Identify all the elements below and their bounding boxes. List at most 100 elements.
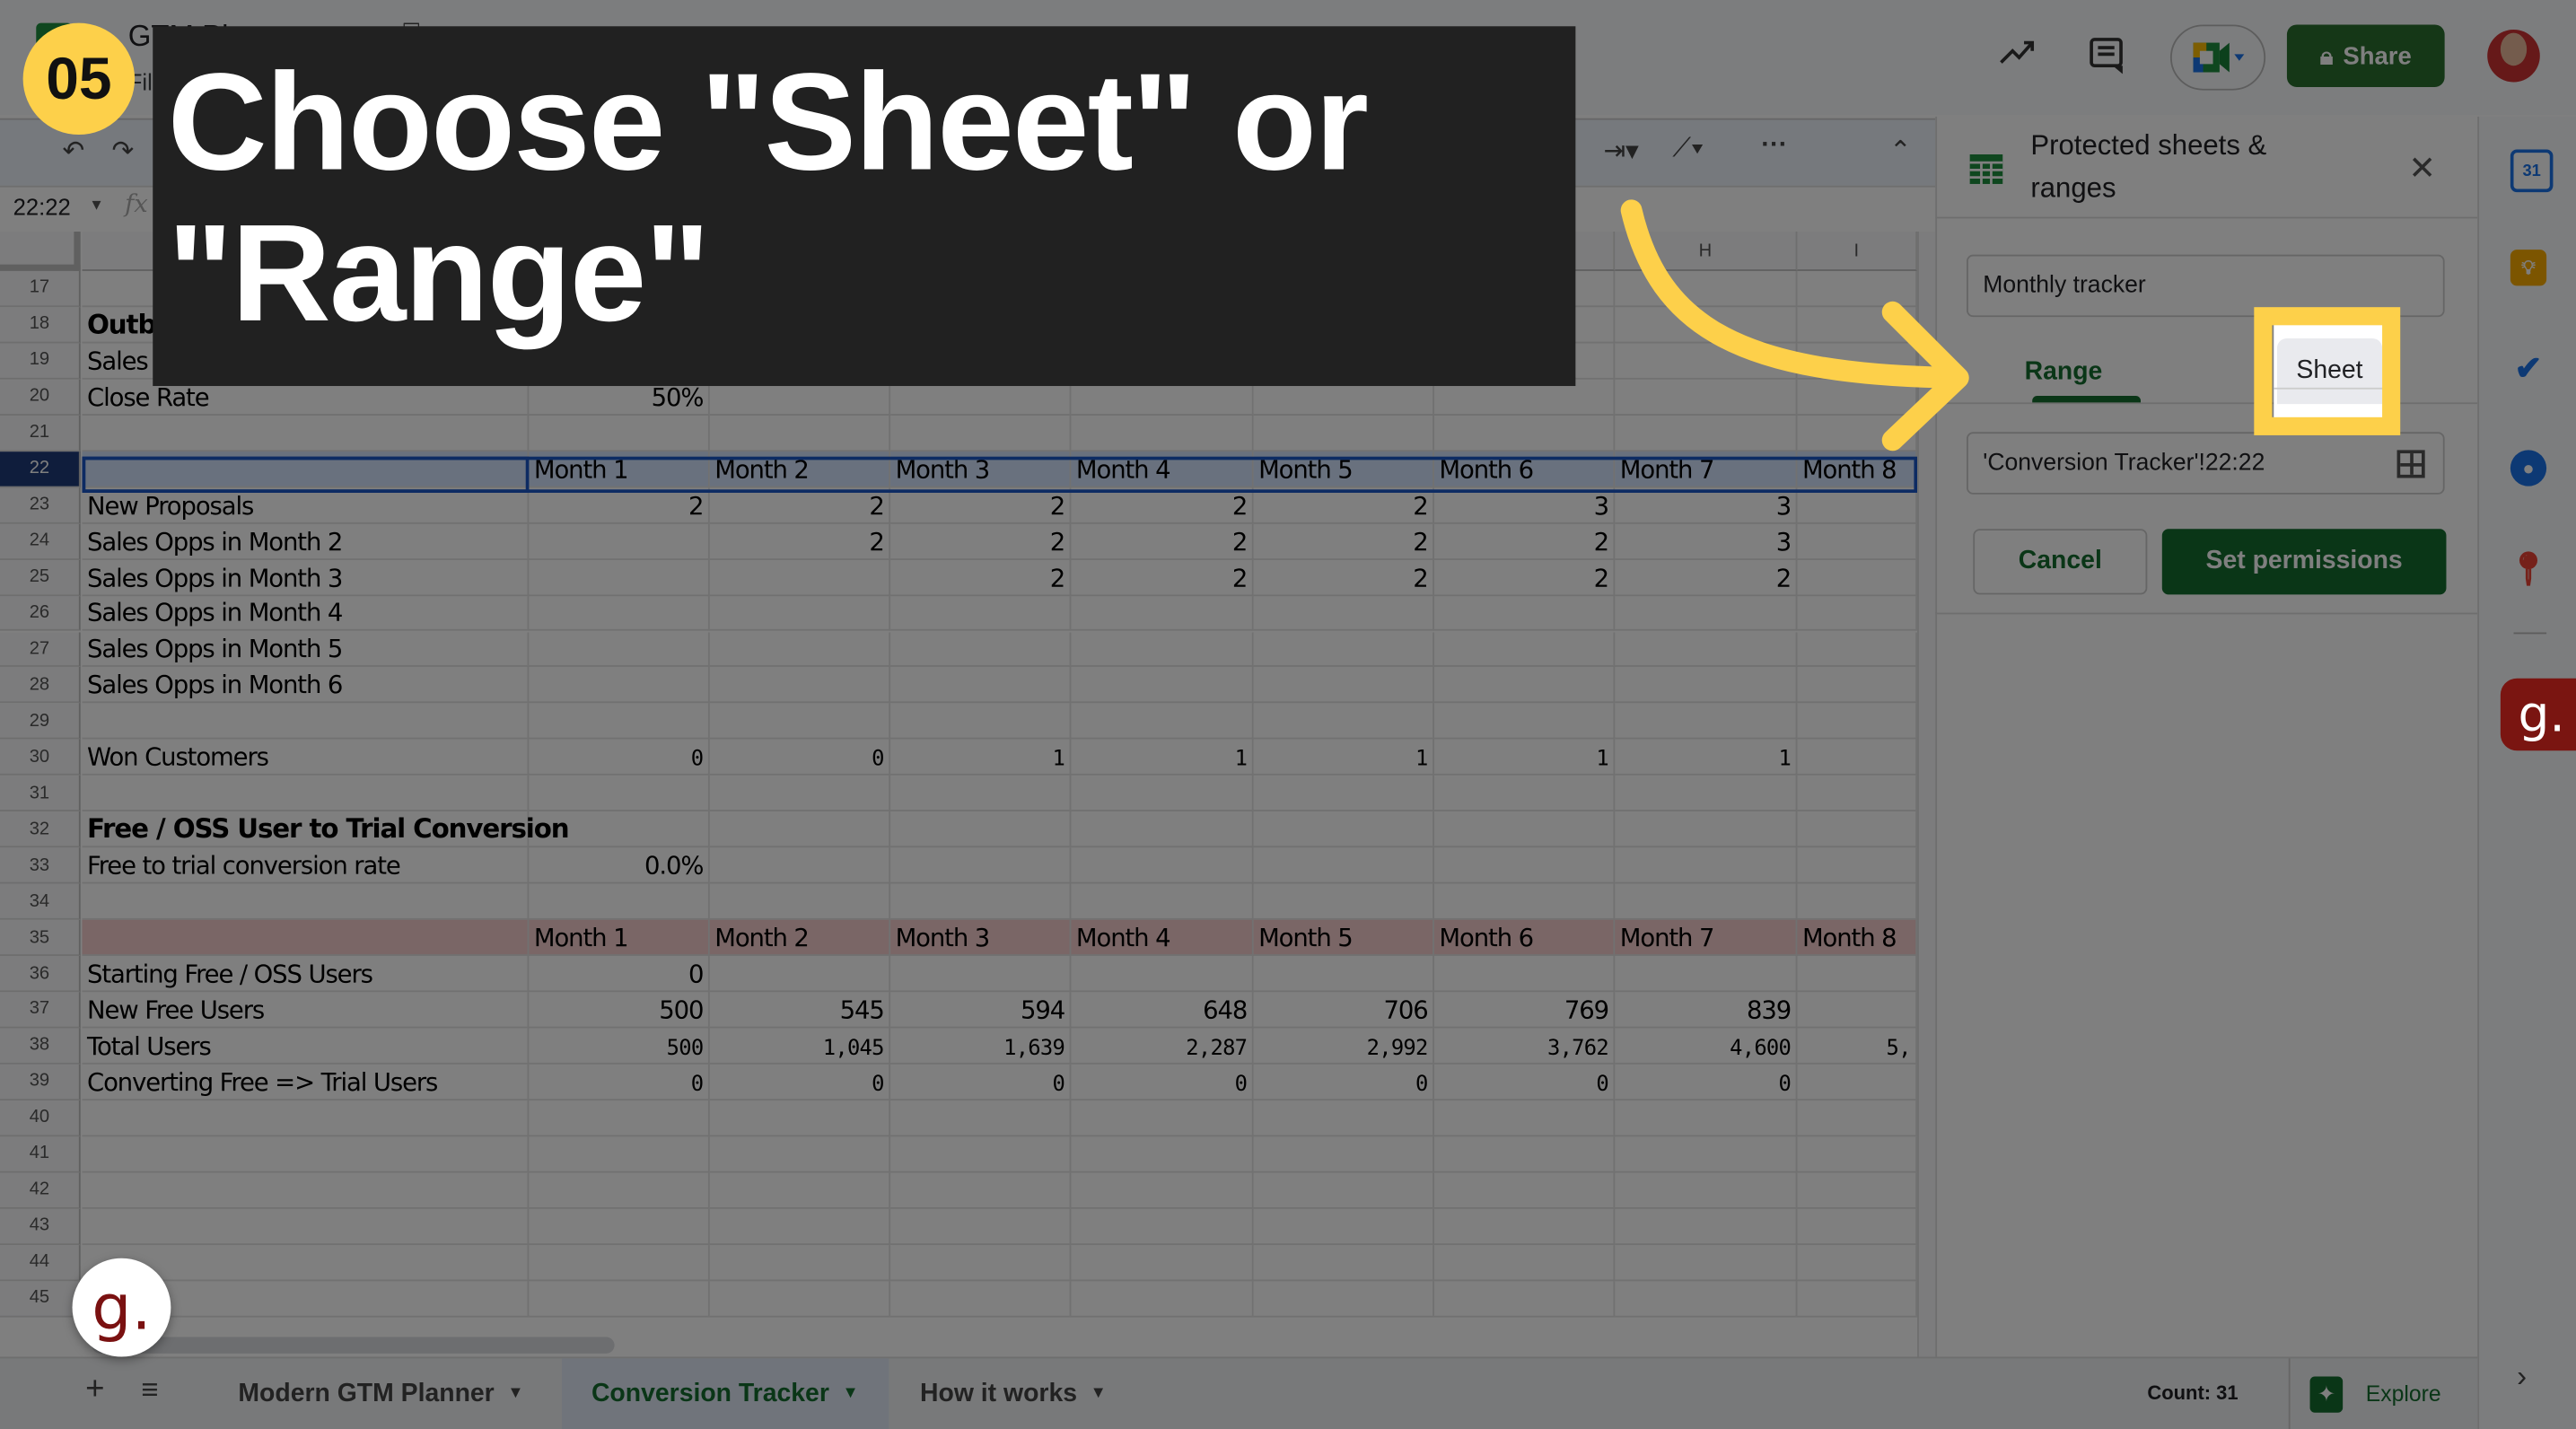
cell-f36[interactable] [1253, 956, 1434, 993]
cell-b36[interactable]: 0 [529, 956, 710, 993]
name-box[interactable]: 22:22 [13, 194, 71, 220]
cell-i45[interactable] [1797, 1280, 1918, 1317]
cell-e26[interactable] [1071, 595, 1254, 632]
cell-b42[interactable] [529, 1172, 710, 1209]
cell-a24[interactable]: Sales Opps in Month 2 [82, 523, 530, 560]
cell-b34[interactable] [529, 883, 710, 920]
cell-i27[interactable] [1797, 631, 1918, 668]
row-header-33[interactable]: 33 [0, 847, 81, 884]
keep-icon[interactable]: 💡︎ [2510, 250, 2547, 286]
row-header-38[interactable]: 38 [0, 1028, 81, 1065]
cell-h24[interactable]: 3 [1615, 523, 1798, 560]
cell-i32[interactable] [1797, 811, 1918, 848]
cell-g30[interactable]: 1 [1433, 740, 1616, 776]
row-header-34[interactable]: 34 [0, 883, 81, 920]
cell-i30[interactable] [1797, 740, 1918, 776]
cell-e45[interactable] [1071, 1280, 1254, 1317]
cell-b32[interactable] [529, 811, 710, 848]
cell-b43[interactable] [529, 1208, 710, 1245]
cell-h41[interactable] [1615, 1135, 1798, 1173]
cell-d31[interactable] [890, 776, 1072, 812]
cell-h18[interactable] [1615, 307, 1798, 344]
cell-c26[interactable] [709, 595, 891, 632]
cell-d32[interactable] [890, 811, 1072, 848]
cell-e39[interactable]: 0 [1071, 1064, 1254, 1100]
cell-i38[interactable]: 5, [1797, 1028, 1918, 1065]
cell-h30[interactable]: 1 [1615, 740, 1798, 776]
collapse-toolbar-icon[interactable]: ⌃ [1889, 135, 1912, 168]
row-header-42[interactable]: 42 [0, 1172, 81, 1209]
cell-d21[interactable] [890, 415, 1072, 451]
cell-b38[interactable]: 500 [529, 1028, 710, 1065]
cell-d38[interactable]: 1,639 [890, 1028, 1072, 1065]
cell-e40[interactable] [1071, 1100, 1254, 1136]
row-header-21[interactable]: 21 [0, 415, 81, 451]
cell-h43[interactable] [1615, 1208, 1798, 1245]
cell-e43[interactable] [1071, 1208, 1254, 1245]
cell-e35[interactable]: Month 4 [1071, 919, 1254, 957]
cell-a25[interactable]: Sales Opps in Month 3 [82, 559, 530, 596]
cell-h26[interactable] [1615, 595, 1798, 632]
cell-e36[interactable] [1071, 956, 1254, 993]
row-header-32[interactable]: 32 [0, 811, 81, 848]
cell-g39[interactable]: 0 [1433, 1064, 1616, 1100]
row-header-26[interactable]: 26 [0, 595, 81, 632]
redo-icon[interactable]: ↷ [111, 135, 134, 168]
cell-b24[interactable] [529, 523, 710, 560]
selection-count[interactable]: Count: 31 [2147, 1381, 2238, 1405]
cell-f24[interactable]: 2 [1253, 523, 1434, 560]
cell-h32[interactable] [1615, 811, 1798, 848]
cell-i40[interactable] [1797, 1100, 1918, 1136]
cell-d39[interactable]: 0 [890, 1064, 1072, 1100]
cell-a41[interactable] [82, 1135, 530, 1173]
cell-e30[interactable]: 1 [1071, 740, 1254, 776]
cell-a40[interactable] [82, 1100, 530, 1136]
cell-d30[interactable]: 1 [890, 740, 1072, 776]
cell-d35[interactable]: Month 3 [890, 919, 1072, 957]
cell-a26[interactable]: Sales Opps in Month 4 [82, 595, 530, 632]
cell-a30[interactable]: Won Customers [82, 740, 530, 776]
cell-b33[interactable]: 0.0% [529, 847, 710, 884]
cell-f43[interactable] [1253, 1208, 1434, 1245]
cell-d25[interactable]: 2 [890, 559, 1072, 596]
row-header-24[interactable]: 24 [0, 523, 81, 560]
cell-e37[interactable]: 648 [1071, 992, 1254, 1029]
cell-e33[interactable] [1071, 847, 1254, 884]
row-header-40[interactable]: 40 [0, 1100, 81, 1136]
cell-c40[interactable] [709, 1100, 891, 1136]
cell-h35[interactable]: Month 7 [1615, 919, 1798, 957]
cell-i21[interactable] [1797, 415, 1918, 451]
cell-c31[interactable] [709, 776, 891, 812]
cell-c29[interactable] [709, 703, 891, 741]
cell-g34[interactable] [1433, 883, 1616, 920]
cell-b40[interactable] [529, 1100, 710, 1136]
cell-d43[interactable] [890, 1208, 1072, 1245]
cell-i24[interactable] [1797, 523, 1918, 560]
cell-f37[interactable]: 706 [1253, 992, 1434, 1029]
row-header-43[interactable]: 43 [0, 1208, 81, 1245]
cell-f25[interactable]: 2 [1253, 559, 1434, 596]
cell-c44[interactable] [709, 1244, 891, 1281]
cell-e24[interactable]: 2 [1071, 523, 1254, 560]
cell-i28[interactable] [1797, 667, 1918, 704]
cell-f35[interactable]: Month 5 [1253, 919, 1434, 957]
text-rotation-icon[interactable]: ⟋▾ [1672, 135, 1704, 164]
cell-c43[interactable] [709, 1208, 891, 1245]
cell-f26[interactable] [1253, 595, 1434, 632]
cell-d45[interactable] [890, 1280, 1072, 1317]
cell-g27[interactable] [1433, 631, 1616, 668]
cell-a33[interactable]: Free to trial conversion rate [82, 847, 530, 884]
cell-f30[interactable]: 1 [1253, 740, 1434, 776]
cell-h28[interactable] [1615, 667, 1798, 704]
cell-h20[interactable] [1615, 379, 1798, 416]
cell-a43[interactable] [82, 1208, 530, 1245]
cell-c36[interactable] [709, 956, 891, 993]
cell-a36[interactable]: Starting Free / OSS Users [82, 956, 530, 993]
cell-d44[interactable] [890, 1244, 1072, 1281]
cell-a38[interactable]: Total Users [82, 1028, 530, 1065]
vertical-scrollbar[interactable] [1917, 232, 1938, 1357]
undo-icon[interactable]: ↶ [63, 135, 85, 168]
cell-i18[interactable] [1797, 307, 1918, 344]
cell-h33[interactable] [1615, 847, 1798, 884]
cell-f41[interactable] [1253, 1135, 1434, 1173]
